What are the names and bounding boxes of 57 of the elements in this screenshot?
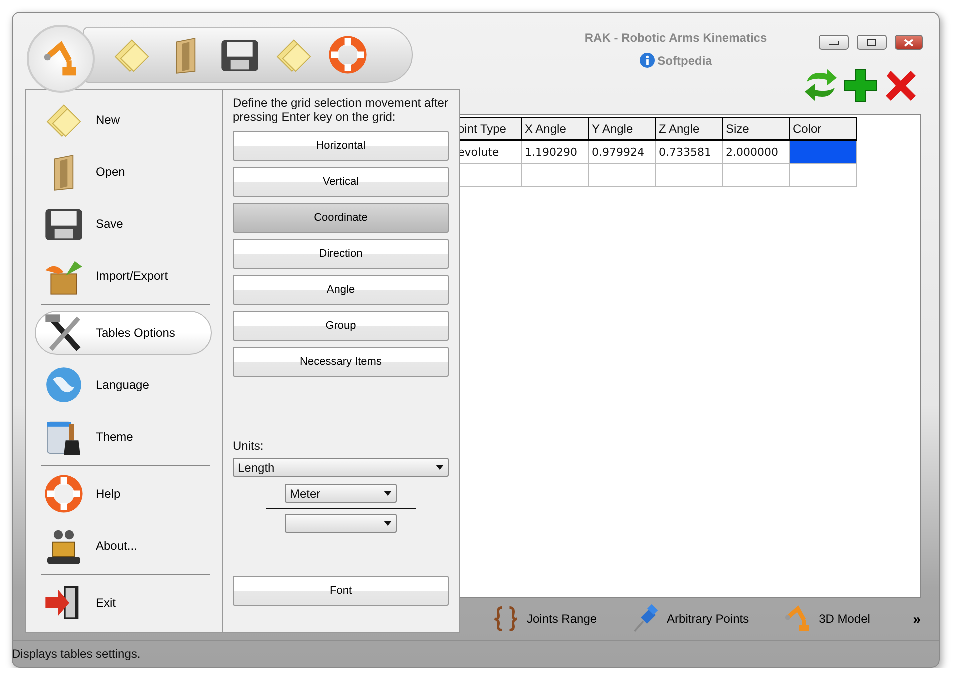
numerator-unit-dropdown[interactable]: Meter [285,484,397,503]
caret-icon [384,491,392,496]
subtitle: Softpedia [658,54,712,68]
menu-item[interactable]: Import/Export [35,250,212,302]
bottom-tab[interactable]: 3D Model [783,604,870,634]
bottom-tab[interactable]: Joints Range [491,604,598,634]
caret-icon [384,521,392,526]
status-text: Displays tables settings. [12,647,141,661]
menu-item[interactable]: Exit [35,577,212,629]
table-cell: 0.733581 [656,140,722,164]
movement-option-button[interactable]: Coordinate [233,203,449,233]
minimize-button[interactable] [819,35,849,50]
movement-option-button[interactable]: Horizontal [233,131,449,161]
help-button[interactable] [326,33,370,77]
restore-button[interactable] [857,35,887,50]
refresh-button[interactable] [803,68,839,104]
add-button[interactable] [843,68,879,104]
movement-option-button[interactable]: Necessary Items [233,347,449,377]
denominator-unit-dropdown[interactable] [285,514,397,533]
column-header[interactable]: Z Angle [656,118,722,140]
table-cell: 0.979924 [588,140,656,164]
menu-item[interactable]: Open [35,146,212,198]
more-button[interactable]: » [913,611,921,627]
refresh-arrows-icon [803,68,839,102]
column-header[interactable]: X Angle [522,118,588,140]
movement-option-button[interactable]: Group [233,311,449,341]
caret-icon [436,465,444,470]
lifebuoy-icon [42,472,86,516]
units-label: Units: [233,439,265,453]
lifebuoy-icon [326,33,370,77]
column-header[interactable]: Color [790,118,856,140]
movement-option-button[interactable]: Direction [233,239,449,269]
window-title: RAK - Robotic Arms Kinematics [584,31,768,45]
column-header[interactable]: Size [722,118,790,140]
menu-item[interactable]: Language [35,359,212,411]
movement-option-button[interactable]: Angle [233,275,449,305]
close-button[interactable] [895,35,923,50]
menu-item[interactable]: Tables Options [35,311,212,355]
minimize-icon [829,40,839,44]
unit-type-dropdown[interactable]: Length [233,458,449,477]
menu-item[interactable]: Help [35,468,212,520]
instruction-text: Define the grid selection movement after pressing Enter key on the grid: [233,96,449,124]
plus-icon [843,68,879,104]
column-header[interactable]: Y Angle [588,118,656,140]
table-cell: 1.190290 [522,140,588,164]
color-swatch[interactable] [790,140,856,164]
bottom-tab[interactable]: Arbitrary Points [631,604,750,634]
app-menu-button[interactable] [27,25,95,93]
font-button[interactable]: Font [233,576,449,606]
restore-icon [867,38,877,46]
menu-item[interactable]: Theme [35,411,212,463]
movement-option-button[interactable]: Vertical [233,167,449,197]
info-icon [640,53,655,68]
close-icon [904,38,914,46]
menu-item[interactable]: New [35,94,212,146]
menu-item[interactable]: Save [35,198,212,250]
menu-item[interactable]: About... [35,520,212,572]
